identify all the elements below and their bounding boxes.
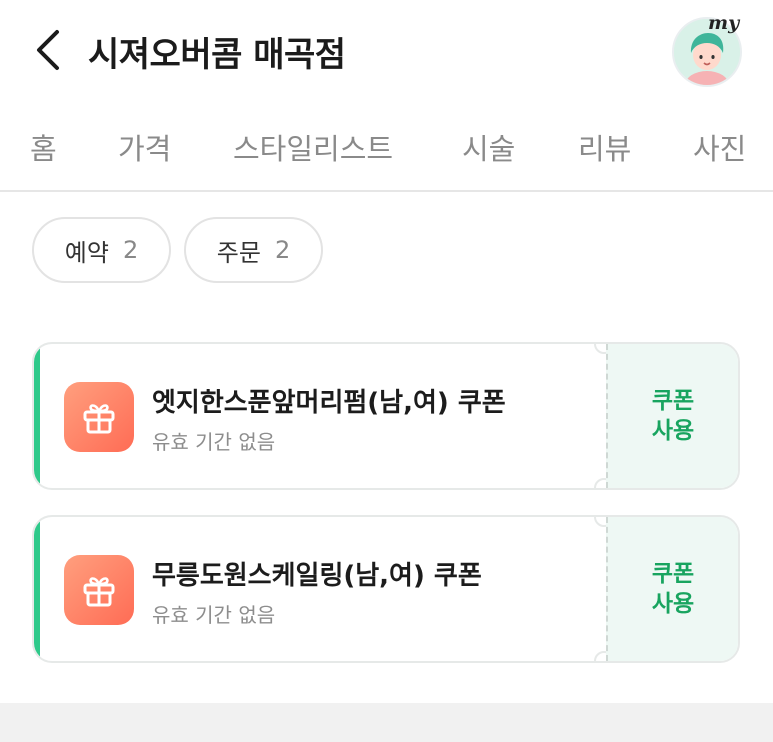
coupon-card: 엣지한스푼앞머리펌(남,여) 쿠폰 유효 기간 없음 쿠폰 사용 bbox=[32, 342, 740, 490]
chip-count: 2 bbox=[274, 236, 291, 264]
coupon-accent-bar bbox=[34, 344, 40, 488]
page: 시져오버콤 매곡점 my 홈 가격 스타일리스트 시술 리뷰 사진 예약 2 주… bbox=[0, 0, 773, 742]
back-button[interactable] bbox=[26, 26, 70, 74]
tab-home[interactable]: 홈 bbox=[30, 126, 57, 168]
coupon-validity: 유효 기간 없음 bbox=[152, 430, 276, 454]
filter-chip-reservation[interactable]: 예약 2 bbox=[32, 217, 171, 283]
my-label: my bbox=[708, 12, 740, 34]
chip-label: 주문 bbox=[216, 238, 261, 267]
tab-stylist[interactable]: 스타일리스트 bbox=[233, 126, 393, 168]
tab-price[interactable]: 가격 bbox=[118, 126, 171, 168]
coupon-validity: 유효 기간 없음 bbox=[152, 603, 276, 627]
coupon-accent-bar bbox=[34, 517, 40, 661]
tab-bar: 홈 가격 스타일리스트 시술 리뷰 사진 bbox=[0, 100, 773, 192]
chevron-left-icon bbox=[37, 30, 59, 70]
chip-label: 예약 bbox=[64, 238, 109, 267]
gift-icon-tile bbox=[64, 555, 134, 625]
page-title: 시져오버콤 매곡점 bbox=[88, 35, 346, 75]
use-coupon-label: 쿠폰 사용 bbox=[651, 561, 695, 617]
tab-photo[interactable]: 사진 bbox=[693, 126, 746, 168]
gift-icon bbox=[83, 577, 115, 607]
coupon-card: 무릉도원스케일링(남,여) 쿠폰 유효 기간 없음 쿠폰 사용 bbox=[32, 515, 740, 663]
gift-icon bbox=[83, 404, 115, 434]
header: 시져오버콤 매곡점 my bbox=[0, 0, 773, 100]
use-coupon-label: 쿠폰 사용 bbox=[651, 388, 695, 444]
use-coupon-button[interactable]: 쿠폰 사용 bbox=[606, 344, 738, 488]
bottom-section-divider bbox=[0, 703, 773, 742]
filter-chip-order[interactable]: 주문 2 bbox=[184, 217, 323, 283]
use-coupon-button[interactable]: 쿠폰 사용 bbox=[606, 517, 738, 661]
tab-review[interactable]: 리뷰 bbox=[578, 126, 631, 168]
coupon-name: 무릉도원스케일링(남,여) 쿠폰 bbox=[152, 561, 482, 591]
gift-icon-tile bbox=[64, 382, 134, 452]
tab-procedure[interactable]: 시술 bbox=[462, 126, 515, 168]
chip-count: 2 bbox=[122, 236, 139, 264]
coupon-name: 엣지한스푼앞머리펌(남,여) 쿠폰 bbox=[152, 388, 506, 418]
